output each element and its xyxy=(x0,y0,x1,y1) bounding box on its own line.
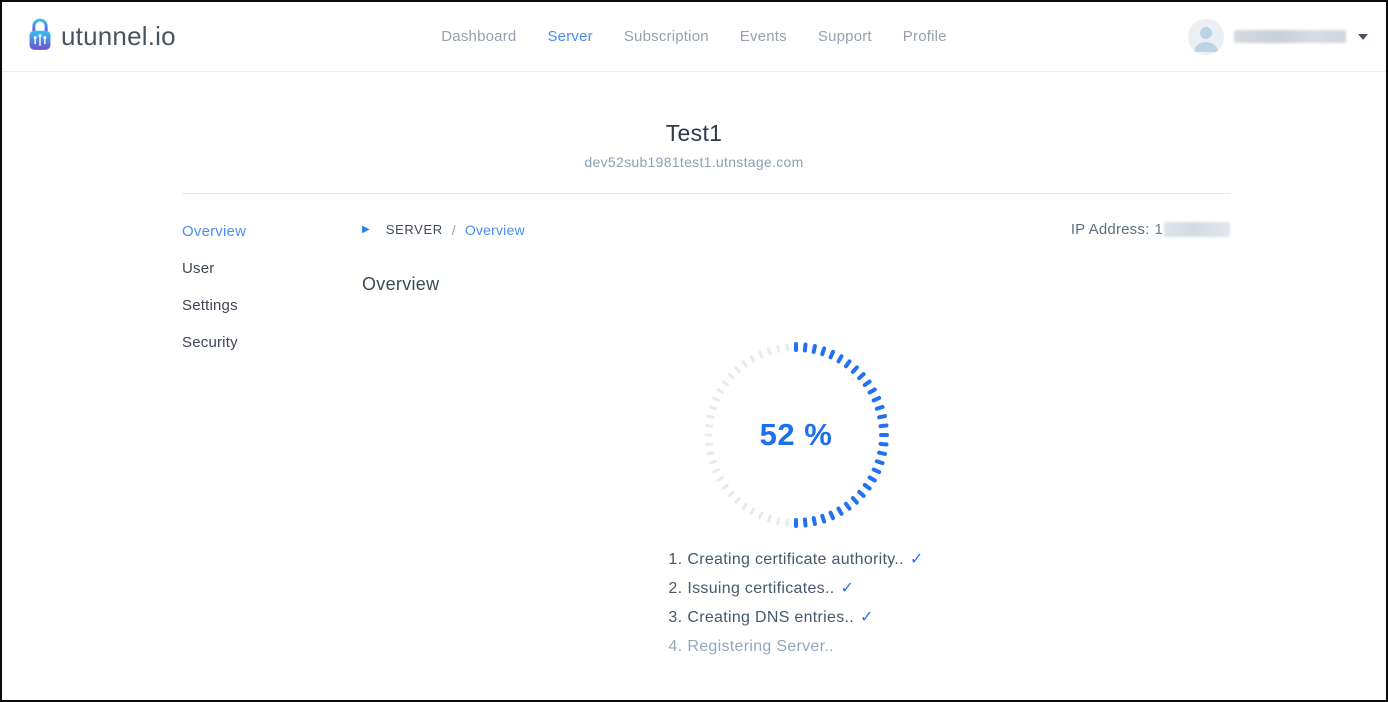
main-panel: ▶ SERVER / Overview IP Address: 1 Overvi… xyxy=(362,221,1230,661)
play-arrow-icon: ▶ xyxy=(362,225,370,235)
padlock-logo-icon xyxy=(26,17,54,57)
ip-address-label: IP Address: xyxy=(1071,221,1150,238)
page-title: Test1 xyxy=(2,120,1386,147)
content-area: OverviewUserSettingsSecurity ▶ SERVER / … xyxy=(182,221,1230,661)
check-icon: ✓ xyxy=(860,609,874,626)
step-label: Issuing certificates.. xyxy=(687,580,834,597)
nav-item[interactable]: Dashboard xyxy=(441,28,516,45)
setup-step: 1. Creating certificate authority.. ✓ xyxy=(668,545,923,574)
setup-step: 3. Creating DNS entries.. ✓ xyxy=(668,603,923,632)
content-topbar: ▶ SERVER / Overview IP Address: 1 xyxy=(362,221,1230,238)
setup-progress: 52 % 1. Creating certificate authority.. ✓… xyxy=(362,339,1230,661)
progress-percent: 52 % xyxy=(700,339,892,531)
step-label: Creating certificate authority.. xyxy=(687,551,904,568)
step-number: 2. xyxy=(668,580,682,597)
top-navbar: utunnel.io Dashboard Server Subscription Ev… xyxy=(2,2,1386,72)
step-number: 4. xyxy=(668,638,682,655)
check-icon: ✓ xyxy=(840,580,854,597)
section-heading: Overview xyxy=(362,274,1230,295)
ip-address-prefix: 1 xyxy=(1154,221,1163,238)
server-domain: dev52sub1981test1.utnstage.com xyxy=(2,154,1386,170)
user-avatar-icon xyxy=(1188,19,1224,55)
step-label: Registering Server.. xyxy=(687,638,834,655)
progress-ring: 52 % xyxy=(700,339,892,531)
nav-item[interactable]: Subscription xyxy=(624,28,709,45)
nav-item[interactable]: Profile xyxy=(903,28,947,45)
chevron-down-icon xyxy=(1358,34,1368,40)
sidebar-item[interactable]: Security xyxy=(182,332,362,354)
user-menu[interactable] xyxy=(1188,19,1368,55)
step-label: Creating DNS entries.. xyxy=(687,609,854,626)
nav-item[interactable]: Support xyxy=(818,28,872,45)
brand-logo[interactable]: utunnel.io xyxy=(26,17,176,57)
main-nav: Dashboard Server Subscription Events Support… xyxy=(441,28,946,45)
sidebar-item[interactable]: Settings xyxy=(182,295,362,317)
step-number: 1. xyxy=(668,551,682,568)
setup-step: 2. Issuing certificates.. ✓ xyxy=(668,574,923,603)
breadcrumb-current[interactable]: Overview xyxy=(465,222,525,238)
setup-steps: 1. Creating certificate authority.. ✓ 2. Iss… xyxy=(668,545,923,661)
breadcrumb-section: SERVER xyxy=(386,222,443,237)
breadcrumb-separator: / xyxy=(452,222,456,238)
app-window: utunnel.io Dashboard Server Subscription Ev… xyxy=(0,0,1388,702)
sidebar: Overview User Settings Security xyxy=(182,221,362,661)
brand-name: utunnel.io xyxy=(61,21,176,52)
sidebar-item[interactable]: Overview xyxy=(182,221,362,243)
breadcrumb: ▶ SERVER / Overview xyxy=(362,222,525,238)
setup-step: 4.Registering Server..✓ xyxy=(668,632,923,661)
nav-item[interactable]: Events xyxy=(740,28,787,45)
check-icon: ✓ xyxy=(910,551,924,568)
server-title-block: Test1 dev52sub1981test1.utnstage.com xyxy=(2,120,1386,170)
title-divider xyxy=(182,193,1230,194)
nav-item[interactable]: Server xyxy=(547,28,592,45)
user-name-redacted xyxy=(1234,30,1346,43)
sidebar-item[interactable]: User xyxy=(182,258,362,280)
ip-address-row: IP Address: 1 xyxy=(1071,221,1230,238)
step-number: 3. xyxy=(668,609,682,626)
ip-address-redacted xyxy=(1164,222,1230,237)
